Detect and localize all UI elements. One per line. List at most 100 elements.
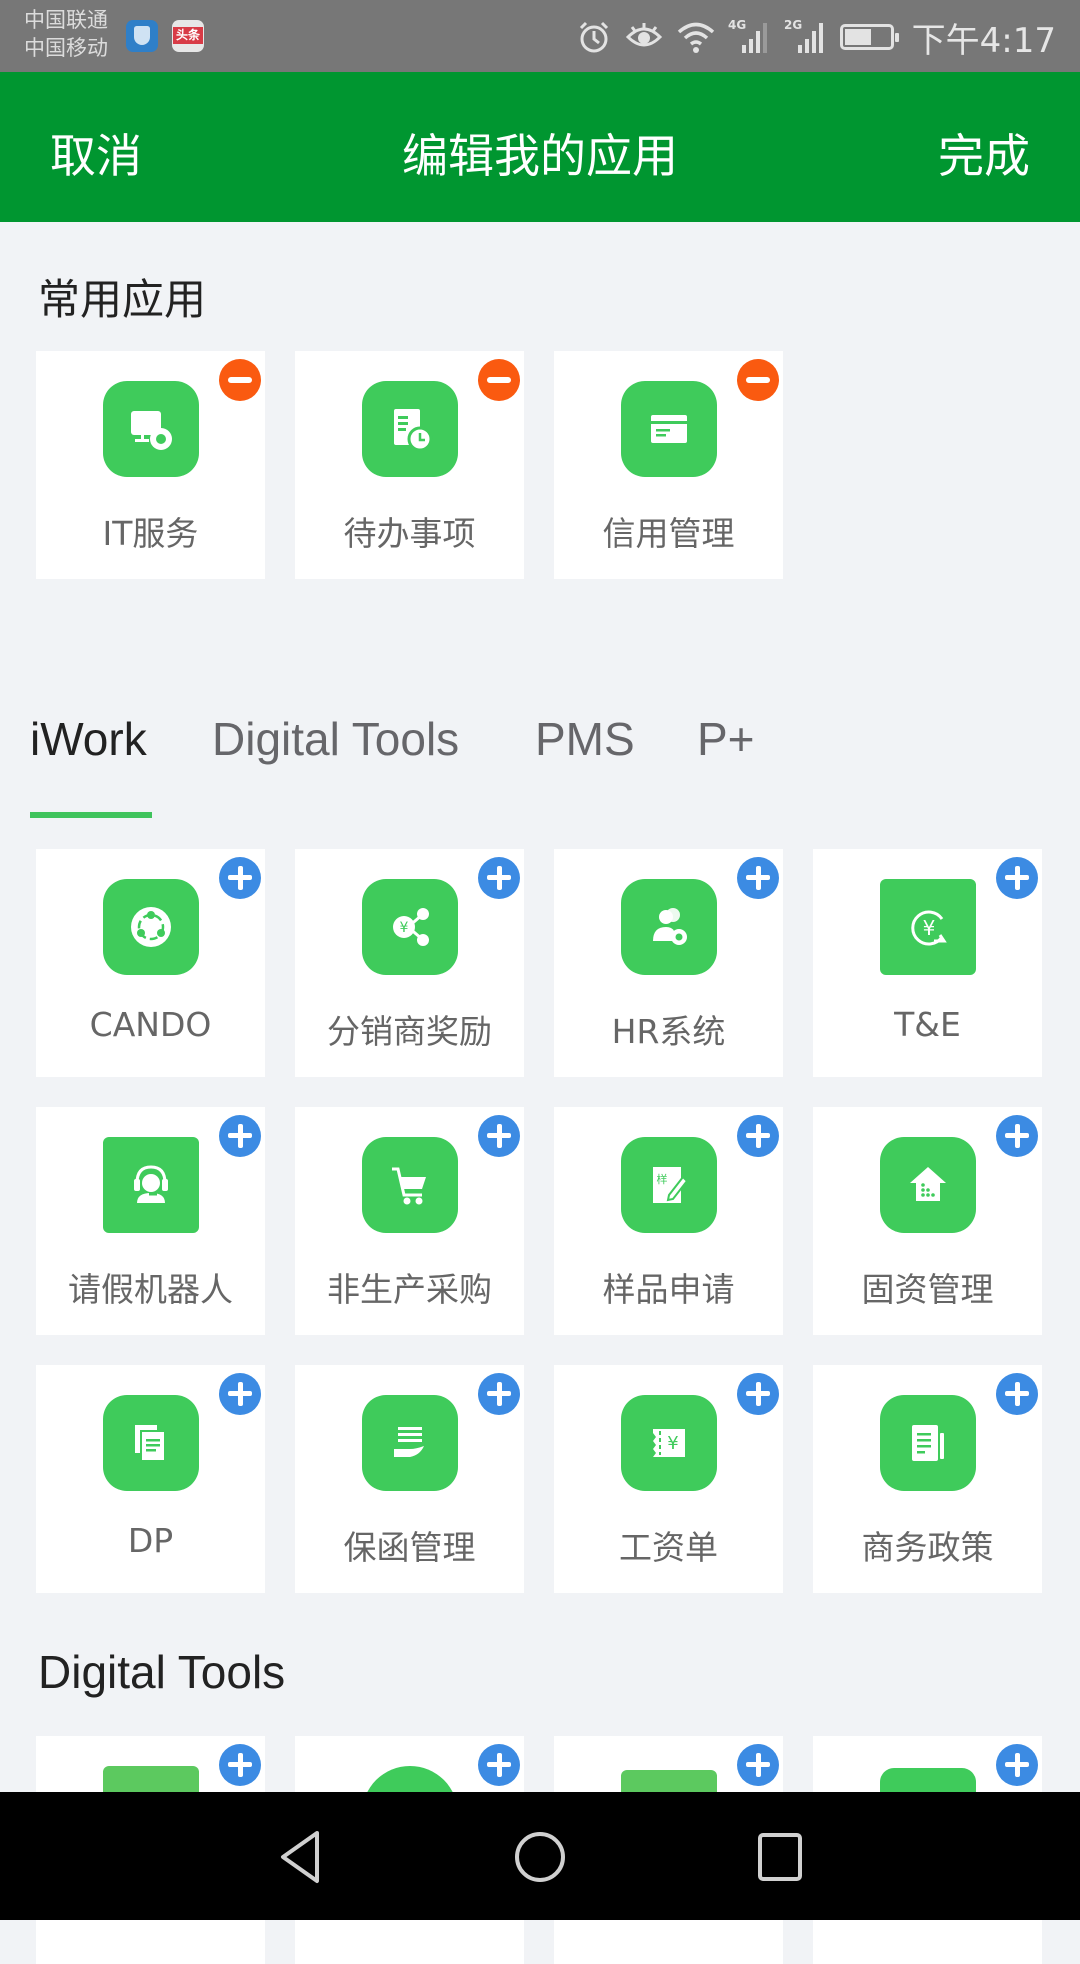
app-label: 待办事项 [343, 514, 476, 553]
favorites-grid: IT服务 待办事项 信用管理 [36, 351, 1044, 579]
user-gear-icon [621, 879, 717, 975]
digital-tools-section-title: Digital Tools [38, 1646, 286, 1698]
app-label: HR系统 [611, 1012, 726, 1051]
remove-badge-icon[interactable] [478, 359, 520, 401]
credit-card-icon [621, 381, 717, 477]
app-label: 请假机器人 [68, 1270, 233, 1309]
add-badge-icon[interactable] [737, 1744, 779, 1786]
battery-icon [839, 24, 899, 50]
favorite-app-tile[interactable]: 信用管理 [554, 351, 783, 579]
signal-4g-icon: 4G [728, 17, 772, 57]
add-badge-icon[interactable] [737, 857, 779, 899]
app-tile[interactable]: 非生产采购 [295, 1107, 524, 1335]
favorite-app-tile[interactable]: IT服务 [36, 351, 265, 579]
app-label: 信用管理 [602, 514, 735, 553]
tab-pms[interactable]: PMS [535, 712, 635, 766]
circle-nodes-icon [103, 879, 199, 975]
remove-badge-icon[interactable] [737, 359, 779, 401]
app-label: 工资单 [619, 1528, 718, 1567]
headset-agent-icon [103, 1137, 199, 1233]
tab-digital-tools[interactable]: Digital Tools [212, 712, 459, 766]
add-badge-icon[interactable] [478, 1744, 520, 1786]
app-tile[interactable]: 固资管理 [813, 1107, 1042, 1335]
app-label: IT服务 [102, 514, 199, 553]
app-tile[interactable]: HR系统 [554, 849, 783, 1077]
app-tile[interactable]: 请假机器人 [36, 1107, 265, 1335]
app-label: 保函管理 [343, 1528, 476, 1567]
toutiao-label: 头条 [173, 27, 203, 44]
page-title: 编辑我的应用 [402, 129, 678, 183]
signal-2g-icon: 2G [784, 17, 828, 57]
home-button[interactable] [505, 1822, 575, 1892]
tab-iwork[interactable]: iWork [30, 712, 147, 766]
add-badge-icon[interactable] [996, 857, 1038, 899]
svg-text:¥: ¥ [667, 1433, 678, 1454]
add-badge-icon[interactable] [478, 1115, 520, 1157]
app-label: 样品申请 [602, 1270, 735, 1309]
add-badge-icon[interactable] [996, 1373, 1038, 1415]
app-label: T&E [894, 1005, 961, 1044]
shield-app-icon [126, 20, 158, 52]
iwork-app-grid: CANDO ¥ 分销商奖励 HR系统 ¥ T&E 请假机器人 非生产采购 样 样… [36, 849, 1044, 1593]
app-tile[interactable]: 商务政策 [813, 1365, 1042, 1593]
app-tile[interactable]: ¥ 工资单 [554, 1365, 783, 1593]
building-house-icon [880, 1137, 976, 1233]
app-label: 商务政策 [861, 1528, 994, 1567]
add-badge-icon[interactable] [478, 1373, 520, 1415]
wifi-icon [676, 19, 716, 55]
yuan-ticket-icon: ¥ [621, 1395, 717, 1491]
monitor-gear-icon [103, 381, 199, 477]
tab-p-plus[interactable]: P+ [697, 712, 755, 766]
app-tile[interactable]: CANDO [36, 849, 265, 1077]
shopping-cart-icon [362, 1137, 458, 1233]
network-2-label: 2G [784, 18, 802, 32]
recents-button[interactable] [745, 1822, 815, 1892]
add-badge-icon[interactable] [996, 1744, 1038, 1786]
app-label: DP [127, 1521, 174, 1560]
system-navigation-bar [0, 1792, 1080, 1920]
app-header: 取消 编辑我的应用 完成 [0, 72, 1080, 222]
favorite-app-tile[interactable]: 待办事项 [295, 351, 524, 579]
active-tab-indicator [30, 812, 152, 818]
alarm-icon [576, 19, 612, 55]
app-label: CANDO [89, 1005, 212, 1044]
add-badge-icon[interactable] [219, 857, 261, 899]
document-clock-icon [362, 381, 458, 477]
add-badge-icon[interactable] [478, 857, 520, 899]
sample-pencil-icon: 样 [621, 1137, 717, 1233]
app-tile[interactable]: 样 样品申请 [554, 1107, 783, 1335]
favorites-section-title: 常用应用 [38, 275, 207, 324]
done-button[interactable]: 完成 [938, 120, 1030, 186]
carrier-2: 中国移动 [24, 36, 108, 60]
newspaper-icon [880, 1395, 976, 1491]
back-button[interactable] [265, 1822, 335, 1892]
add-badge-icon[interactable] [737, 1115, 779, 1157]
add-badge-icon[interactable] [737, 1373, 779, 1415]
documents-icon [103, 1395, 199, 1491]
carrier-info: 中国联通 中国移动 [24, 6, 108, 62]
status-bar: 中国联通 中国移动 头条 4G 2G 下午4:17 [0, 0, 1080, 72]
app-label: 固资管理 [861, 1270, 994, 1309]
clock: 下午4:17 [911, 20, 1056, 61]
toutiao-app-icon: 头条 [172, 20, 204, 52]
app-label: 非生产采购 [327, 1270, 492, 1309]
svg-text:样: 样 [657, 1172, 668, 1186]
add-badge-icon[interactable] [996, 1115, 1038, 1157]
app-tile[interactable]: ¥ 分销商奖励 [295, 849, 524, 1077]
eye-comfort-icon [624, 19, 664, 55]
add-badge-icon[interactable] [219, 1115, 261, 1157]
svg-text:¥: ¥ [923, 916, 936, 940]
network-1-label: 4G [728, 18, 746, 32]
yuan-refresh-icon: ¥ [880, 879, 976, 975]
hand-document-icon [362, 1395, 458, 1491]
app-tile[interactable]: ¥ T&E [813, 849, 1042, 1077]
carrier-1: 中国联通 [24, 8, 108, 32]
add-badge-icon[interactable] [219, 1373, 261, 1415]
app-label: 分销商奖励 [327, 1012, 492, 1051]
app-tile[interactable]: 保函管理 [295, 1365, 524, 1593]
yuan-share-icon: ¥ [362, 879, 458, 975]
svg-text:¥: ¥ [400, 920, 409, 936]
add-badge-icon[interactable] [219, 1744, 261, 1786]
app-tile[interactable]: DP [36, 1365, 265, 1593]
remove-badge-icon[interactable] [219, 359, 261, 401]
